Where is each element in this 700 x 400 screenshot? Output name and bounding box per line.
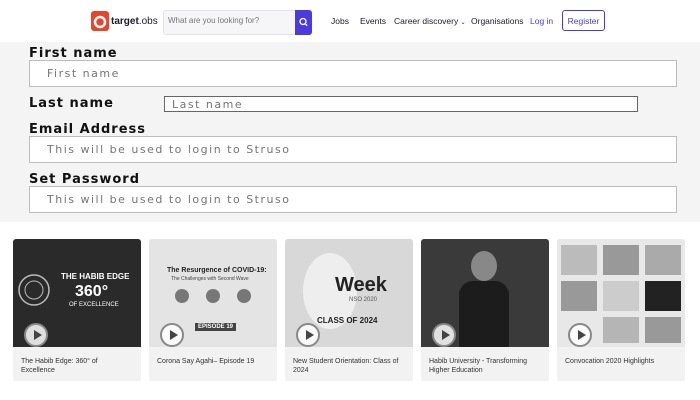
logo[interactable]: target.obs	[91, 10, 158, 32]
nav-organisations[interactable]: Organisations	[471, 16, 523, 26]
thumb-title: THE HABIB EDGE	[61, 272, 130, 281]
signup-form: First name Last name Email Address Set P…	[0, 42, 700, 222]
search-input[interactable]	[168, 16, 290, 25]
thumb-subtitle: OF EXCELLENCE	[69, 302, 119, 308]
email-input[interactable]	[29, 136, 677, 163]
password-input[interactable]	[29, 186, 677, 213]
video-title[interactable]: Habib University - Transforming Higher E…	[429, 357, 541, 375]
photo-collage-tile	[645, 245, 681, 275]
first-name-label: First name	[29, 46, 118, 61]
photo-collage-tile	[603, 245, 639, 275]
thumb-title: The Resurgence of COVID-19:	[167, 267, 267, 274]
speaker-figure	[471, 251, 497, 281]
email-label: Email Address	[29, 122, 147, 137]
top-nav: target.obs Jobs Events Career discovery …	[0, 0, 700, 42]
last-name-label: Last name	[29, 96, 114, 111]
photo-collage-tile	[645, 317, 681, 343]
episode-badge: EPISODE 19	[195, 323, 237, 331]
play-button[interactable]	[160, 323, 184, 347]
speaker-photo	[237, 289, 251, 303]
video-card[interactable]: THE HABIB EDGE 360° OF EXCELLENCE The Ha…	[13, 239, 141, 381]
search-button[interactable]	[295, 10, 312, 35]
thumb-class: CLASS OF 2024	[317, 316, 378, 325]
nav-jobs[interactable]: Jobs	[331, 16, 349, 26]
play-button[interactable]	[568, 323, 592, 347]
video-title[interactable]: New Student Orientation: Class of 2024	[293, 357, 405, 375]
video-card[interactable]: The Resurgence of COVID-19: The Challeng…	[149, 239, 277, 381]
nav-career-discovery[interactable]: Career discovery ⌄	[394, 16, 466, 26]
photo-collage-tile	[603, 281, 639, 311]
speaker-photo	[206, 289, 220, 303]
photo-collage-tile	[561, 245, 597, 275]
photo-collage-tile	[603, 317, 639, 343]
first-name-input[interactable]	[29, 60, 677, 87]
play-button[interactable]	[296, 323, 320, 347]
video-card[interactable]: Habib University - Transforming Higher E…	[421, 239, 549, 381]
university-seal-icon	[18, 274, 50, 306]
nav-career-discovery-label: Career discovery	[394, 16, 459, 26]
nav-events[interactable]: Events	[360, 16, 386, 26]
video-card[interactable]: Week NSO 2020 CLASS OF 2024 New Student …	[285, 239, 413, 381]
speaker-figure	[459, 281, 509, 347]
logo-text: target.obs	[111, 16, 158, 27]
video-title[interactable]: Corona Say Agahi– Episode 19	[157, 357, 269, 366]
thumb-title: Week	[335, 274, 387, 296]
login-link[interactable]: Log in	[530, 16, 553, 26]
thumb-number: 360°	[75, 283, 109, 300]
register-button[interactable]: Register	[562, 10, 605, 31]
search-icon	[299, 17, 308, 27]
photo-collage-tile	[561, 281, 597, 311]
last-name-input[interactable]	[164, 96, 638, 112]
video-title[interactable]: The Habib Edge: 360° of Excellence	[21, 357, 133, 375]
play-button[interactable]	[24, 323, 48, 347]
logo-icon	[91, 11, 109, 31]
photo-collage-tile	[645, 281, 681, 311]
thumb-subtitle: NSO 2020	[349, 297, 378, 303]
video-title[interactable]: Convocation 2020 Highlights	[565, 357, 677, 366]
video-card[interactable]: Convocation 2020 Highlights	[557, 239, 685, 381]
password-label: Set Password	[29, 172, 141, 187]
play-button[interactable]	[432, 323, 456, 347]
chevron-down-icon: ⌄	[460, 20, 466, 26]
speaker-photo	[175, 289, 189, 303]
search-box	[163, 10, 312, 35]
thumb-subtitle: The Challenges with Second Wave	[171, 276, 249, 282]
